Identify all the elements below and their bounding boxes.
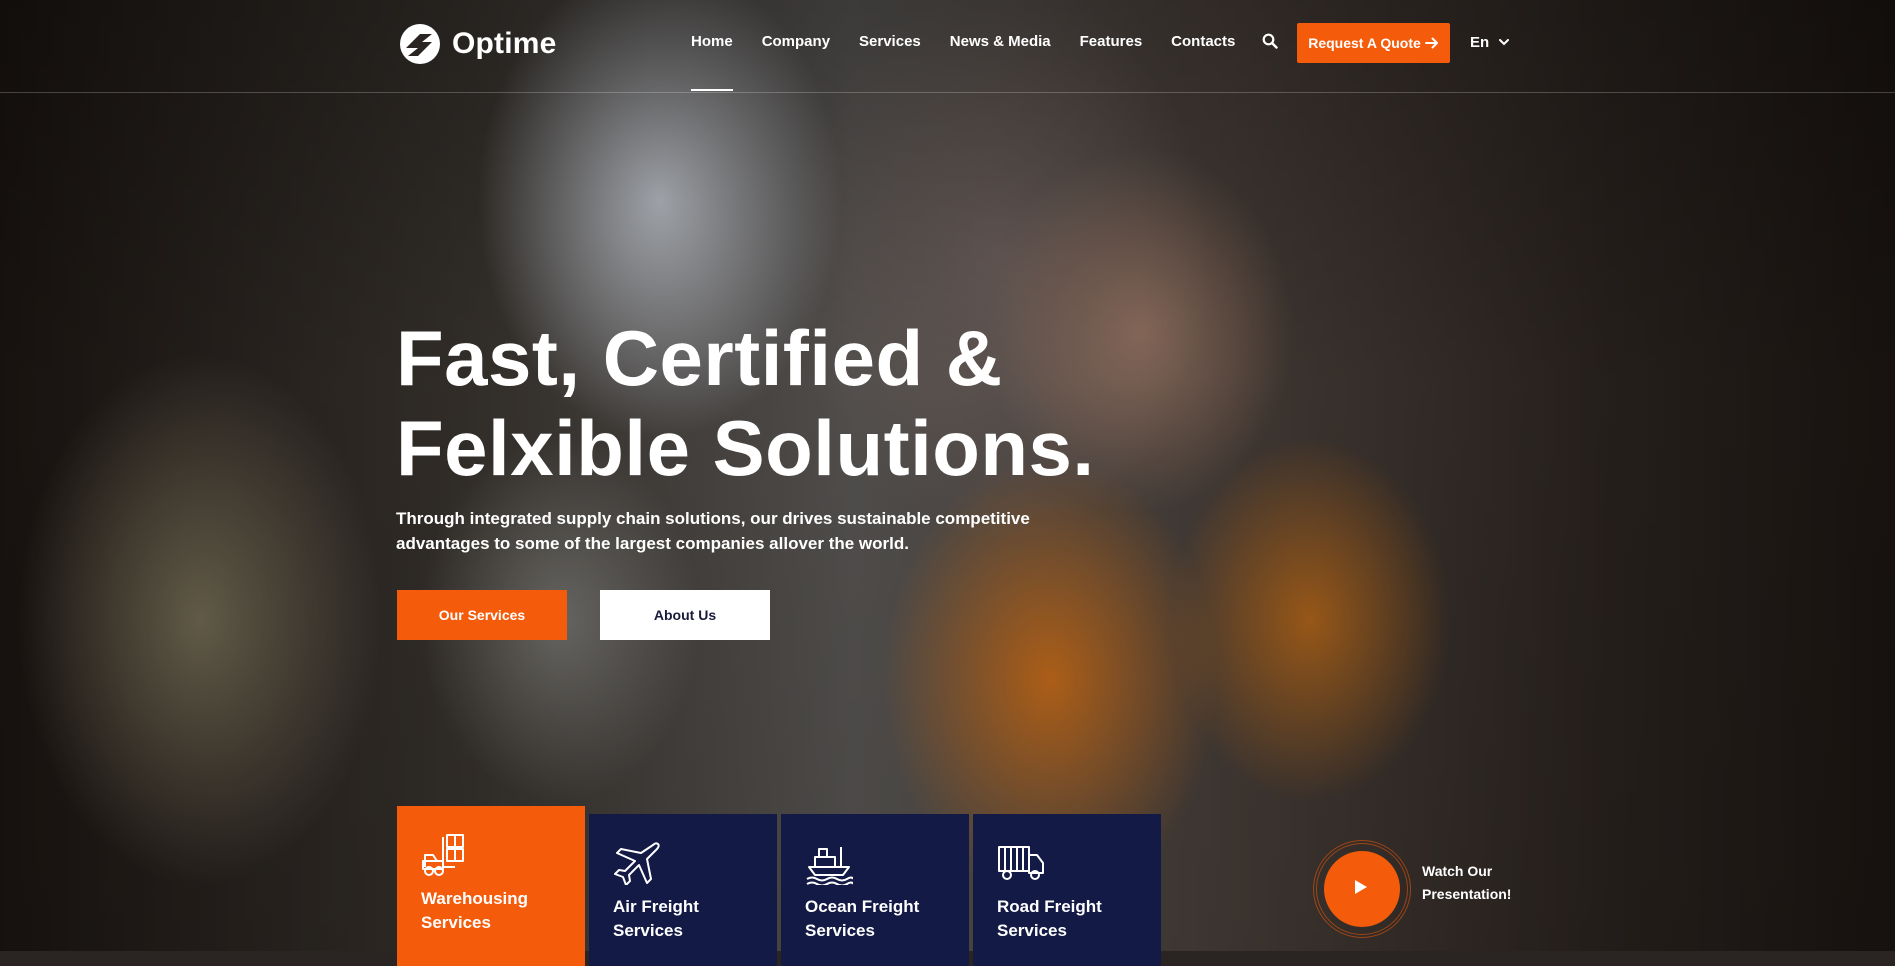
nav-contacts[interactable]: Contacts [1171,33,1235,50]
service-card-label: Air Freight Services [613,897,699,940]
hero-title: Fast, Certified & Felxible Solutions. [396,313,1095,493]
nav-services[interactable]: Services [859,33,921,50]
logo[interactable]: Optime [396,22,557,66]
chevron-down-icon [1499,39,1510,46]
our-services-button[interactable]: Our Services [397,590,567,640]
nav-company[interactable]: Company [762,33,830,50]
logo-icon [400,24,440,64]
service-card-warehousing[interactable]: Warehousing Services [397,806,585,966]
watch-presentation-label[interactable]: Watch Our Presentation! [1422,860,1532,906]
nav-features[interactable]: Features [1080,33,1143,50]
service-card-label: Road Freight Services [997,897,1102,940]
about-us-button[interactable]: About Us [600,590,770,640]
request-quote-label: Request A Quote [1308,35,1421,51]
service-card-road-freight[interactable]: Road Freight Services [973,814,1161,966]
hero-title-line-2: Felxible Solutions. [396,404,1095,492]
airplane-icon [614,842,660,885]
language-selector[interactable]: En [1470,34,1510,51]
service-card-air-freight[interactable]: Air Freight Services [589,814,777,966]
hero-title-line-1: Fast, Certified & [396,314,1003,402]
arrow-right-icon [1424,37,1438,49]
search-icon[interactable] [1262,33,1278,49]
ship-icon [806,847,853,885]
language-label: En [1470,34,1490,51]
site-header: Optime Home Company Services News & Medi… [0,0,1895,93]
nav-news-media[interactable]: News & Media [950,33,1051,50]
service-card-label: Ocean Freight Services [805,897,920,940]
main-nav: Home Company Services News & Media Featu… [691,33,1235,91]
service-card-label: Warehousing Services [421,889,529,932]
hero-subtitle: Through integrated supply chain solution… [396,509,1030,553]
truck-icon [998,846,1044,880]
brand-name: Optime [452,27,557,60]
request-quote-button[interactable]: Request A Quote [1297,23,1450,63]
watch-presentation-button[interactable] [1313,840,1415,948]
play-icon [1355,880,1367,894]
service-card-ocean-freight[interactable]: Ocean Freight Services [781,814,969,966]
nav-home[interactable]: Home [691,33,733,91]
forklift-icon [422,834,464,876]
